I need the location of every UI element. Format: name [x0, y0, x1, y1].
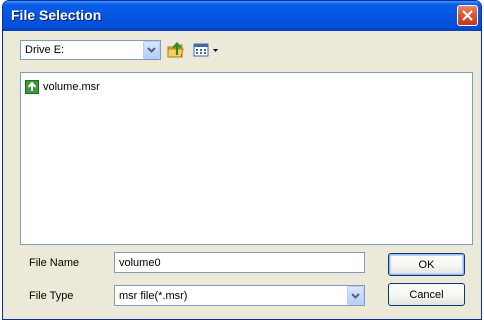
- close-icon: [462, 10, 473, 21]
- list-item[interactable]: volume.msr: [25, 79, 100, 95]
- file-type-select[interactable]: msr file(*.msr): [114, 285, 365, 306]
- dialog-title: File Selection: [11, 7, 102, 23]
- file-type-value: msr file(*.msr): [119, 290, 188, 302]
- view-menu-icon: [193, 43, 218, 57]
- file-name-label: File Name: [29, 257, 80, 269]
- file-selection-dialog: File Selection Drive E: volume.msr File …: [2, 0, 482, 320]
- chevron-down-icon: [351, 292, 360, 299]
- title-bar[interactable]: File Selection: [3, 1, 481, 31]
- cancel-button[interactable]: Cancel: [388, 283, 465, 306]
- file-type-label: File Type: [29, 290, 74, 302]
- file-name-input[interactable]: [115, 253, 364, 273]
- up-folder-button[interactable]: [166, 40, 186, 60]
- file-name-field[interactable]: [114, 252, 365, 273]
- toolbar: Drive E:: [3, 31, 481, 65]
- view-menu-button[interactable]: [192, 40, 224, 60]
- chevron-down-icon: [147, 47, 156, 53]
- drive-dropdown-button[interactable]: [143, 41, 160, 59]
- close-button[interactable]: [457, 5, 478, 26]
- file-type-dropdown-button[interactable]: [347, 286, 364, 305]
- drive-select-value: Drive E:: [25, 44, 65, 56]
- up-arrow-file-icon: [25, 80, 39, 94]
- up-folder-icon: [167, 41, 184, 58]
- drive-select[interactable]: Drive E:: [20, 40, 161, 60]
- file-name: volume.msr: [43, 81, 100, 93]
- file-list[interactable]: volume.msr: [20, 72, 473, 245]
- ok-button[interactable]: OK: [388, 253, 465, 276]
